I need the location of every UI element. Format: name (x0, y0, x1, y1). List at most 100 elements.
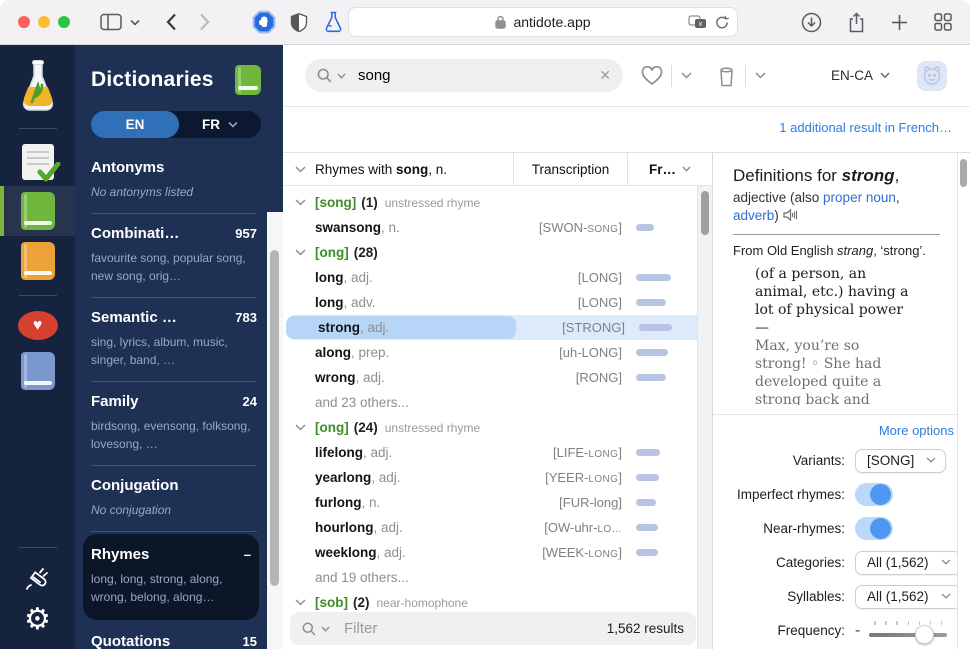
rhyme-row[interactable]: long, adj.[LONG] (283, 265, 712, 290)
additional-results-link[interactable]: 1 additional result in French… (779, 120, 952, 135)
connectors-button[interactable] (0, 557, 75, 599)
translate-icon[interactable]: x (688, 15, 707, 30)
downloads-icon[interactable] (801, 12, 822, 33)
lang-tab-en[interactable]: EN (91, 111, 179, 138)
history-chevron-icon[interactable] (755, 72, 766, 79)
definition-text: ◆ (of a person, an animal, etc.) having … (755, 265, 914, 405)
minimize-window-button[interactable] (38, 16, 50, 28)
settings-button[interactable]: ⚙ (0, 599, 75, 649)
tab-overview-icon[interactable] (934, 13, 952, 31)
forward-button[interactable] (199, 13, 210, 31)
rhyme-row[interactable]: hourlong, adj.[OW-uhr-LO… (283, 515, 712, 540)
dict-nav-quotations[interactable]: Quotations15 (91, 622, 257, 649)
close-window-button[interactable] (18, 16, 30, 28)
group-chevron-icon[interactable] (295, 249, 306, 256)
more-rows-link[interactable]: and 23 others... (283, 390, 712, 415)
guides-module-button[interactable] (0, 236, 75, 286)
chevron-down-icon[interactable] (337, 73, 346, 79)
frequency-slider[interactable] (869, 620, 947, 642)
favorites-module-button[interactable]: ♥ (0, 305, 75, 346)
rhyme-row[interactable]: yearlong, adj.[YEER-LONG] (283, 465, 712, 490)
variants-dropdown[interactable]: [SONG] (855, 449, 946, 473)
rhyme-group-header[interactable]: [ong](24)unstressed rhyme (283, 415, 712, 440)
rhyme-group-header[interactable]: [ong] (28) (283, 240, 712, 265)
rhyme-row[interactable]: wrong, adj.[RONG] (283, 365, 712, 390)
more-options-link[interactable]: More options (713, 415, 970, 442)
imperfect-rhymes-toggle[interactable] (855, 483, 893, 506)
frequency-bar (636, 524, 658, 531)
rhyme-row[interactable]: swansong, n.[SWON-SONG] (283, 215, 712, 240)
filter-input[interactable]: Filter 1,562 results (290, 612, 696, 645)
content-blocker-icon[interactable] (252, 10, 276, 34)
dict-nav-conjugation[interactable]: ConjugationNo conjugation (91, 466, 257, 532)
categories-dropdown[interactable]: All (1,562) (855, 551, 961, 575)
definitions-scrollbar[interactable] (957, 153, 970, 649)
rhyme-row[interactable]: furlong, n.[FUR-long] (283, 490, 712, 515)
dict-nav-semantic[interactable]: Semantic …783sing, lyrics, album, music,… (91, 298, 257, 382)
rhyme-row-selected[interactable]: strong, adj.[STRONG] (286, 315, 709, 340)
group-chevron-icon[interactable] (295, 199, 306, 206)
favorites-chevron-icon[interactable] (681, 72, 692, 79)
shield-icon[interactable] (289, 11, 309, 34)
word-cell: lifelong, adj. (283, 441, 513, 464)
sidebar-scrollbar[interactable] (267, 212, 283, 649)
new-tab-icon[interactable] (891, 14, 908, 31)
option-label: Near-rhymes: (713, 521, 845, 536)
chevron-down-icon[interactable] (130, 19, 140, 26)
trash-icon[interactable] (717, 66, 736, 87)
nav-item-title: Conjugation (91, 477, 178, 494)
rhyme-row[interactable]: along, prep.[uh-LONG] (283, 340, 712, 365)
share-icon[interactable] (848, 12, 865, 33)
word-cell: long, adj. (283, 266, 513, 289)
lang-tab-fr[interactable]: FR (179, 117, 261, 132)
definitions-divider (733, 234, 940, 235)
speaker-icon[interactable] (783, 209, 798, 221)
column-frequency[interactable]: Fr… (628, 162, 712, 177)
group-chevron-icon[interactable] (295, 424, 306, 431)
dict-nav-rhymes[interactable]: Rhymes–long, long, strong, along, wrong,… (83, 534, 259, 620)
dropdown-value: [SONG] (867, 453, 914, 468)
window-controls (18, 16, 70, 28)
collapse-all-chevron-icon[interactable] (295, 166, 306, 173)
chevron-down-icon[interactable] (321, 626, 330, 632)
rhyme-row[interactable]: weeklong, adj.[WEEK-LONG] (283, 540, 712, 565)
rhyme-group-header[interactable]: [song](1)unstressed rhyme (283, 190, 712, 215)
rhyme-row[interactable]: lifelong, adj.[LIFE-LONG] (283, 440, 712, 465)
word-pos: , n. (362, 495, 381, 510)
group-chevron-icon[interactable] (295, 599, 306, 606)
option-row-imperfect-rhymes: Imperfect rhymes: (713, 482, 970, 507)
account-avatar[interactable] (917, 61, 947, 91)
syllables-dropdown[interactable]: All (1,562) (855, 585, 961, 609)
proper-noun-link[interactable]: proper noun (823, 190, 896, 205)
dict-nav-antonyms[interactable]: AntonymsNo antonyms listed (91, 148, 257, 214)
reload-icon[interactable] (715, 15, 729, 30)
language-selector[interactable]: EN-CA (831, 68, 890, 83)
group-count: (28) (354, 245, 378, 260)
slider-knob[interactable] (915, 625, 934, 644)
near-rhymes-toggle[interactable] (855, 517, 893, 540)
favorite-heart-icon[interactable] (641, 66, 663, 86)
zoom-window-button[interactable] (58, 16, 70, 28)
nav-item-count: – (244, 547, 251, 562)
etymology: From Old English strang, ‘strong’. (713, 243, 970, 258)
clear-search-icon[interactable]: ✕ (599, 67, 611, 84)
more-rows-link[interactable]: and 19 others... (283, 565, 712, 590)
table-scrollbar[interactable] (697, 186, 712, 649)
corrector-module-button[interactable] (0, 138, 75, 186)
dict-nav-family[interactable]: Family24birdsong, evensong, folksong, lo… (91, 382, 257, 466)
word-text: long (315, 295, 344, 310)
frequency-minus-button[interactable]: - (855, 622, 860, 640)
back-button[interactable] (166, 13, 177, 31)
group-label: [ong] (315, 245, 349, 260)
adverb-link[interactable]: adverb (733, 208, 774, 223)
antidote-flask-icon[interactable] (324, 11, 343, 33)
rhyme-row[interactable]: long, adv.[LONG] (283, 290, 712, 315)
custom-dictionary-module-button[interactable] (0, 346, 75, 396)
address-bar[interactable]: antidote.app x (348, 7, 738, 37)
transcription-cell: [RONG] (513, 370, 628, 385)
toolbar-divider (745, 65, 746, 87)
search-input[interactable]: song ✕ (305, 59, 623, 92)
dictionaries-module-button[interactable] (0, 186, 75, 236)
sidebar-toggle-icon[interactable] (100, 13, 122, 31)
dict-nav-combinati[interactable]: Combinati…957favourite song, popular son… (91, 214, 257, 298)
